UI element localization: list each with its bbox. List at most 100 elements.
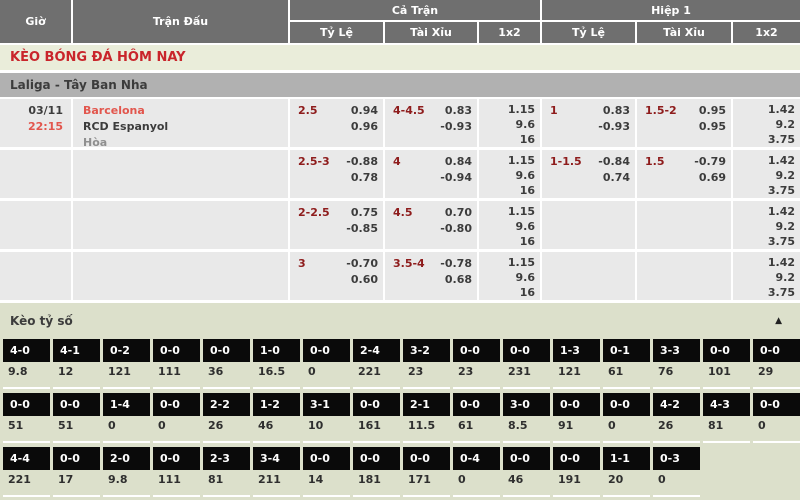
- score-odds-cell[interactable]: 0-014: [303, 447, 350, 497]
- score-odds-cell[interactable]: 0-051: [53, 393, 100, 443]
- odds-value[interactable]: -0.80: [440, 221, 472, 237]
- ft-overunder-cell[interactable]: 4.5 0.70 -0.80: [385, 201, 479, 252]
- odds-value[interactable]: -0.78: [440, 256, 472, 272]
- odds-value[interactable]: 1.15: [479, 255, 535, 270]
- score-odds-cell[interactable]: 4-4221: [3, 447, 50, 497]
- ft-handicap-cell[interactable]: 2-2.5 0.75 -0.85: [290, 201, 385, 252]
- h1-overunder-cell[interactable]: 1.5-2 0.95 0.95: [637, 99, 733, 150]
- odds-value[interactable]: 0.95: [699, 103, 726, 119]
- ft-1x2-cell[interactable]: 1.15 9.6 16: [479, 150, 542, 201]
- odds-value[interactable]: 0.69: [694, 170, 726, 186]
- odds-value[interactable]: 3.75: [733, 132, 795, 147]
- odds-value[interactable]: 0.95: [699, 119, 726, 135]
- odds-value[interactable]: 16: [479, 132, 535, 147]
- ft-overunder-cell[interactable]: 3.5-4 -0.78 0.68: [385, 252, 479, 303]
- score-odds-cell[interactable]: 4-112: [53, 339, 100, 389]
- odds-value[interactable]: 16: [479, 234, 535, 249]
- odds-value[interactable]: -0.93: [440, 119, 472, 135]
- odds-value[interactable]: 1.15: [479, 204, 535, 219]
- ft-handicap-cell[interactable]: 2.5 0.94 0.96: [290, 99, 385, 150]
- score-odds-cell[interactable]: 0-00: [303, 339, 350, 389]
- score-odds-cell[interactable]: 0-036: [203, 339, 250, 389]
- score-odds-cell[interactable]: 0-00: [603, 393, 650, 443]
- score-odds-cell[interactable]: 0-061: [453, 393, 500, 443]
- ft-1x2-cell[interactable]: 1.15 9.6 16: [479, 201, 542, 252]
- ft-overunder-cell[interactable]: 4 0.84 -0.94: [385, 150, 479, 201]
- odds-value[interactable]: 1.42: [733, 102, 795, 117]
- odds-value[interactable]: -0.84: [598, 154, 630, 170]
- ft-1x2-cell[interactable]: 1.15 9.6 16: [479, 252, 542, 303]
- odds-value[interactable]: 9.6: [479, 168, 535, 183]
- score-odds-cell[interactable]: 2-09.8: [103, 447, 150, 497]
- odds-value[interactable]: 9.2: [733, 219, 795, 234]
- score-odds-cell[interactable]: 2-226: [203, 393, 250, 443]
- score-odds-cell[interactable]: 3-08.5: [503, 393, 550, 443]
- odds-value[interactable]: 16: [479, 285, 535, 300]
- score-odds-cell[interactable]: 3-4211: [253, 447, 300, 497]
- home-team[interactable]: Barcelona: [83, 103, 288, 119]
- score-odds-cell[interactable]: 3-376: [653, 339, 700, 389]
- h1-handicap-cell[interactable]: 1-1.5 -0.84 0.74: [542, 150, 637, 201]
- odds-value[interactable]: -0.93: [598, 119, 630, 135]
- score-odds-cell[interactable]: 4-381: [703, 393, 750, 443]
- score-odds-cell[interactable]: 4-226: [653, 393, 700, 443]
- score-odds-cell[interactable]: 0-0171: [403, 447, 450, 497]
- score-odds-cell[interactable]: 0-0181: [353, 447, 400, 497]
- odds-value[interactable]: -0.85: [346, 221, 378, 237]
- h1-1x2-cell[interactable]: 1.42 9.2 3.75: [733, 150, 800, 201]
- score-odds-cell[interactable]: 2-111.5: [403, 393, 450, 443]
- score-odds-cell[interactable]: 0-017: [53, 447, 100, 497]
- ft-handicap-cell[interactable]: 3 -0.70 0.60: [290, 252, 385, 303]
- score-odds-cell[interactable]: 2-381: [203, 447, 250, 497]
- odds-value[interactable]: 1.42: [733, 204, 795, 219]
- odds-value[interactable]: 0.70: [440, 205, 472, 221]
- odds-value[interactable]: 0.75: [346, 205, 378, 221]
- h1-1x2-cell[interactable]: 1.42 9.2 3.75: [733, 201, 800, 252]
- score-odds-cell[interactable]: 0-40: [453, 447, 500, 497]
- odds-value[interactable]: 0.78: [346, 170, 378, 186]
- score-odds-cell[interactable]: 0-0111: [153, 447, 200, 497]
- h1-1x2-cell[interactable]: 1.42 9.2 3.75: [733, 99, 800, 150]
- score-odds-cell[interactable]: 0-161: [603, 339, 650, 389]
- match-teams-cell[interactable]: Barcelona RCD Espanyol Hòa: [73, 99, 290, 150]
- odds-value[interactable]: 9.2: [733, 270, 795, 285]
- score-odds-cell[interactable]: 0-029: [753, 339, 800, 389]
- ft-1x2-cell[interactable]: 1.15 9.6 16: [479, 99, 542, 150]
- odds-value[interactable]: 3.75: [733, 285, 795, 300]
- score-odds-cell[interactable]: 0-0161: [353, 393, 400, 443]
- odds-value[interactable]: 9.6: [479, 219, 535, 234]
- score-odds-cell[interactable]: 0-023: [453, 339, 500, 389]
- score-odds-cell[interactable]: 0-0101: [703, 339, 750, 389]
- odds-value[interactable]: 9.6: [479, 117, 535, 132]
- score-odds-cell[interactable]: 0-2121: [103, 339, 150, 389]
- score-odds-cell[interactable]: 0-30: [653, 447, 700, 497]
- score-odds-cell[interactable]: 1-40: [103, 393, 150, 443]
- collapse-arrow-icon[interactable]: ▲: [775, 316, 782, 326]
- score-odds-cell[interactable]: 3-223: [403, 339, 450, 389]
- h1-handicap-cell[interactable]: 1 0.83 -0.93: [542, 99, 637, 150]
- score-odds-cell[interactable]: 1-3121: [553, 339, 600, 389]
- score-odds-cell[interactable]: 0-0191: [553, 447, 600, 497]
- odds-value[interactable]: 3.75: [733, 183, 795, 198]
- odds-value[interactable]: 1.15: [479, 102, 535, 117]
- odds-value[interactable]: 0.68: [440, 272, 472, 288]
- odds-value[interactable]: 3.75: [733, 234, 795, 249]
- score-odds-cell[interactable]: 0-0111: [153, 339, 200, 389]
- odds-value[interactable]: 0.96: [351, 119, 378, 135]
- odds-value[interactable]: -0.94: [440, 170, 472, 186]
- score-odds-cell[interactable]: 0-00: [753, 393, 800, 443]
- odds-value[interactable]: 9.2: [733, 168, 795, 183]
- score-odds-cell[interactable]: 2-4221: [353, 339, 400, 389]
- odds-value[interactable]: 9.6: [479, 270, 535, 285]
- odds-value[interactable]: 0.83: [440, 103, 472, 119]
- h1-overunder-cell[interactable]: 1.5 -0.79 0.69: [637, 150, 733, 201]
- score-odds-cell[interactable]: 0-0231: [503, 339, 550, 389]
- score-odds-cell[interactable]: 1-016.5: [253, 339, 300, 389]
- odds-value[interactable]: 0.84: [440, 154, 472, 170]
- odds-value[interactable]: 9.2: [733, 117, 795, 132]
- score-odds-cell[interactable]: 1-246: [253, 393, 300, 443]
- score-odds-cell[interactable]: 0-046: [503, 447, 550, 497]
- odds-value[interactable]: 0.94: [351, 103, 378, 119]
- odds-value[interactable]: -0.88: [346, 154, 378, 170]
- odds-value[interactable]: 1.42: [733, 153, 795, 168]
